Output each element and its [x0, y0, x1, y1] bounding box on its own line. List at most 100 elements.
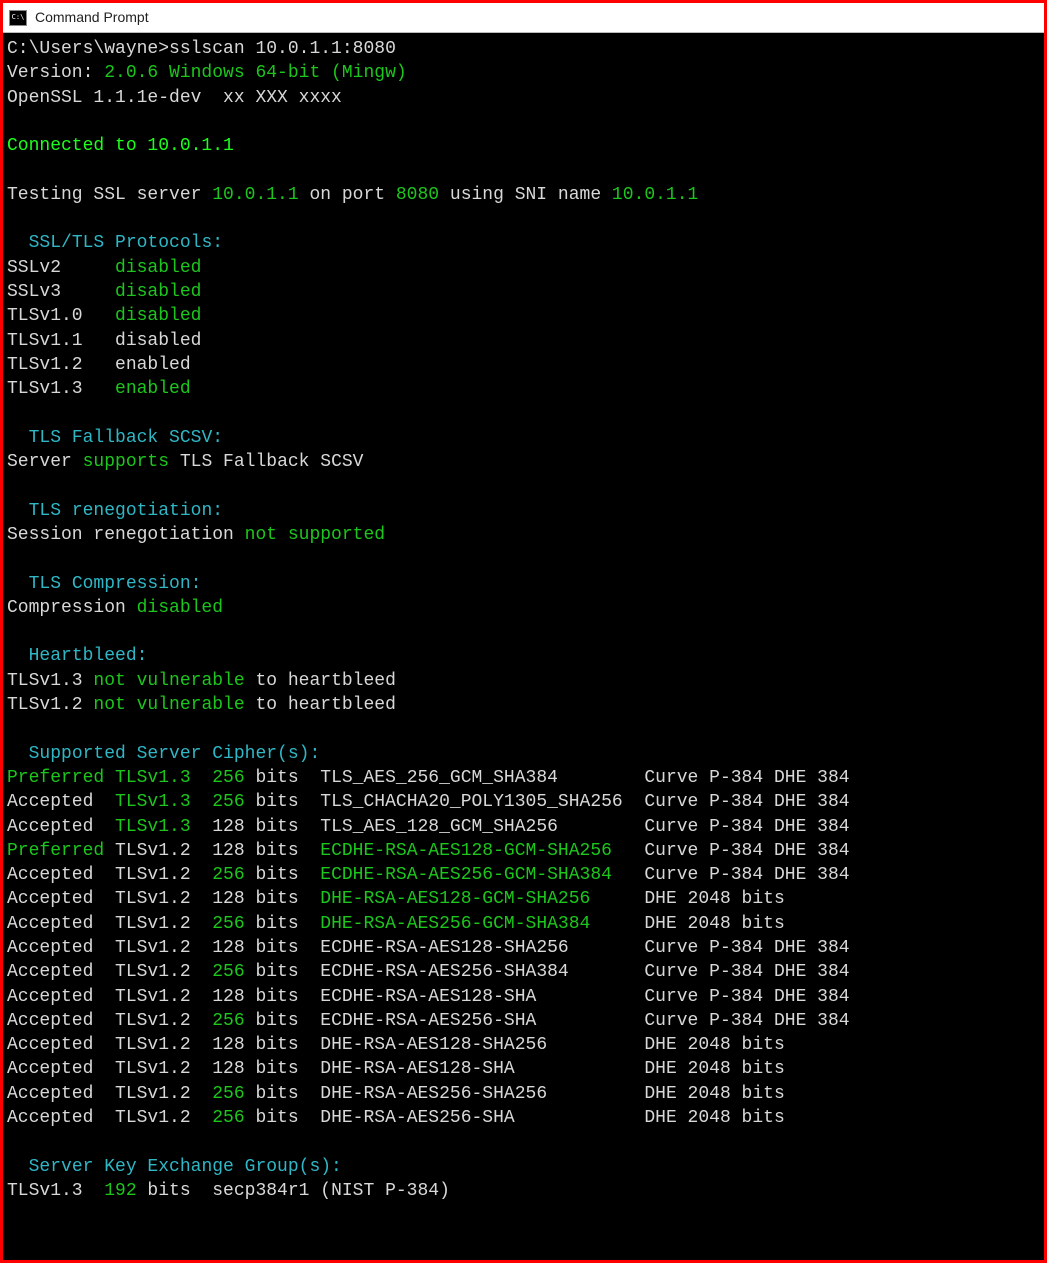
hb-status-0: not vulnerable [93, 671, 244, 691]
hb-suffix-0: to heartbleed [245, 671, 396, 691]
window-title: Command Prompt [35, 8, 149, 27]
cipher-tls-4: TLSv1.2 [115, 865, 212, 885]
cipher-bits-10: 256 [212, 1011, 244, 1031]
cipher-name-12: DHE-RSA-AES128-SHA [320, 1059, 644, 1079]
reneg-status: not supported [245, 525, 385, 545]
cipher-status-11: Accepted [7, 1035, 115, 1055]
command: sslscan 10.0.1.1:8080 [169, 39, 396, 59]
cipher-name-1: TLS_CHACHA20_POLY1305_SHA256 [320, 792, 644, 812]
cipher-bits-unit-14: bits [245, 1108, 321, 1128]
cipher-bits-unit-4: bits [245, 865, 321, 885]
cipher-name-9: ECDHE-RSA-AES128-SHA [320, 987, 644, 1007]
cipher-info-8: Curve P-384 DHE 384 [644, 962, 849, 982]
cipher-bits-unit-8: bits [245, 962, 321, 982]
section-ciphers: Supported Server Cipher(s): [29, 744, 321, 764]
cipher-bits-unit-2: bits [245, 817, 321, 837]
hb-proto-0: TLSv1.3 [7, 671, 93, 691]
fallback-status: supports [83, 452, 169, 472]
cipher-info-14: DHE 2048 bits [644, 1108, 784, 1128]
cipher-info-3: Curve P-384 DHE 384 [644, 841, 849, 861]
protocol-name-3: TLSv1.1 [7, 331, 115, 351]
kex-group: secp384r1 (NIST P-384) [212, 1181, 450, 1201]
cipher-tls-6: TLSv1.2 [115, 914, 212, 934]
cipher-status-9: Accepted [7, 987, 115, 1007]
cipher-tls-12: TLSv1.2 [115, 1059, 212, 1079]
cipher-tls-13: TLSv1.2 [115, 1084, 212, 1104]
cipher-info-6: DHE 2048 bits [644, 914, 784, 934]
testing-p1: Testing SSL server [7, 185, 212, 205]
protocol-name-1: SSLv3 [7, 282, 115, 302]
cipher-bits-unit-6: bits [245, 914, 321, 934]
cipher-name-2: TLS_AES_128_GCM_SHA256 [320, 817, 644, 837]
cipher-info-0: Curve P-384 DHE 384 [644, 768, 849, 788]
cipher-status-3: Preferred [7, 841, 115, 861]
version-label: Version: [7, 63, 104, 83]
protocol-name-2: TLSv1.0 [7, 306, 115, 326]
cipher-tls-5: TLSv1.2 [115, 889, 212, 909]
cipher-bits-1: 256 [212, 792, 244, 812]
fallback-p1: Server [7, 452, 83, 472]
testing-host: 10.0.1.1 [212, 185, 298, 205]
cipher-info-1: Curve P-384 DHE 384 [644, 792, 849, 812]
section-comp: TLS Compression: [29, 574, 202, 594]
protocol-name-5: TLSv1.3 [7, 379, 115, 399]
cipher-info-7: Curve P-384 DHE 384 [644, 938, 849, 958]
cipher-tls-14: TLSv1.2 [115, 1108, 212, 1128]
cipher-tls-9: TLSv1.2 [115, 987, 212, 1007]
protocol-name-0: SSLv2 [7, 258, 115, 278]
cipher-bits-unit-10: bits [245, 1011, 321, 1031]
fallback-p2: TLS Fallback SCSV [169, 452, 363, 472]
cipher-info-11: DHE 2048 bits [644, 1035, 784, 1055]
cipher-name-13: DHE-RSA-AES256-SHA256 [320, 1084, 644, 1104]
comp-p1: Compression [7, 598, 137, 618]
protocol-status-3: disabled [115, 331, 201, 351]
cipher-name-8: ECDHE-RSA-AES256-SHA384 [320, 962, 644, 982]
hb-suffix-1: to heartbleed [245, 695, 396, 715]
titlebar[interactable]: Command Prompt [3, 3, 1044, 33]
protocol-status-1: disabled [115, 282, 201, 302]
openssl-line: OpenSSL 1.1.1e-dev xx XXX xxxx [7, 88, 342, 108]
testing-port: 8080 [396, 185, 439, 205]
cipher-info-13: DHE 2048 bits [644, 1084, 784, 1104]
reneg-p1: Session renegotiation [7, 525, 245, 545]
cipher-tls-11: TLSv1.2 [115, 1035, 212, 1055]
cipher-bits-8: 256 [212, 962, 244, 982]
testing-sni: 10.0.1.1 [612, 185, 698, 205]
protocol-status-2: disabled [115, 306, 201, 326]
cipher-bits-13: 256 [212, 1084, 244, 1104]
cipher-bits-unit-9: bits [245, 987, 321, 1007]
cipher-info-9: Curve P-384 DHE 384 [644, 987, 849, 1007]
cipher-bits-unit-7: bits [245, 938, 321, 958]
cipher-status-4: Accepted [7, 865, 115, 885]
hb-proto-1: TLSv1.2 [7, 695, 93, 715]
cipher-tls-7: TLSv1.2 [115, 938, 212, 958]
kex-bits: 192 [104, 1181, 136, 1201]
cipher-name-6: DHE-RSA-AES256-GCM-SHA384 [320, 914, 644, 934]
testing-p2: on port [299, 185, 396, 205]
protocol-status-5: enabled [115, 379, 191, 399]
cipher-name-14: DHE-RSA-AES256-SHA [320, 1108, 644, 1128]
cipher-bits-unit-13: bits [245, 1084, 321, 1104]
cipher-info-5: DHE 2048 bits [644, 889, 784, 909]
comp-status: disabled [137, 598, 223, 618]
cipher-info-2: Curve P-384 DHE 384 [644, 817, 849, 837]
cipher-status-8: Accepted [7, 962, 115, 982]
cipher-status-5: Accepted [7, 889, 115, 909]
testing-p3: using SNI name [439, 185, 612, 205]
cipher-info-10: Curve P-384 DHE 384 [644, 1011, 849, 1031]
cipher-status-7: Accepted [7, 938, 115, 958]
section-heartbleed: Heartbleed: [29, 646, 148, 666]
cipher-bits-unit-0: bits [245, 768, 321, 788]
cipher-bits-12: 128 [212, 1059, 244, 1079]
section-fallback: TLS Fallback SCSV: [29, 428, 223, 448]
cipher-status-12: Accepted [7, 1059, 115, 1079]
cipher-bits-unit-1: bits [245, 792, 321, 812]
cipher-bits-unit-3: bits [245, 841, 321, 861]
terminal[interactable]: C:\Users\wayne>sslscan 10.0.1.1:8080 Ver… [3, 33, 1044, 1260]
cipher-bits-11: 128 [212, 1035, 244, 1055]
cipher-tls-1: TLSv1.3 [115, 792, 212, 812]
cipher-status-14: Accepted [7, 1108, 115, 1128]
section-reneg: TLS renegotiation: [29, 501, 223, 521]
cipher-tls-10: TLSv1.2 [115, 1011, 212, 1031]
cipher-bits-9: 128 [212, 987, 244, 1007]
